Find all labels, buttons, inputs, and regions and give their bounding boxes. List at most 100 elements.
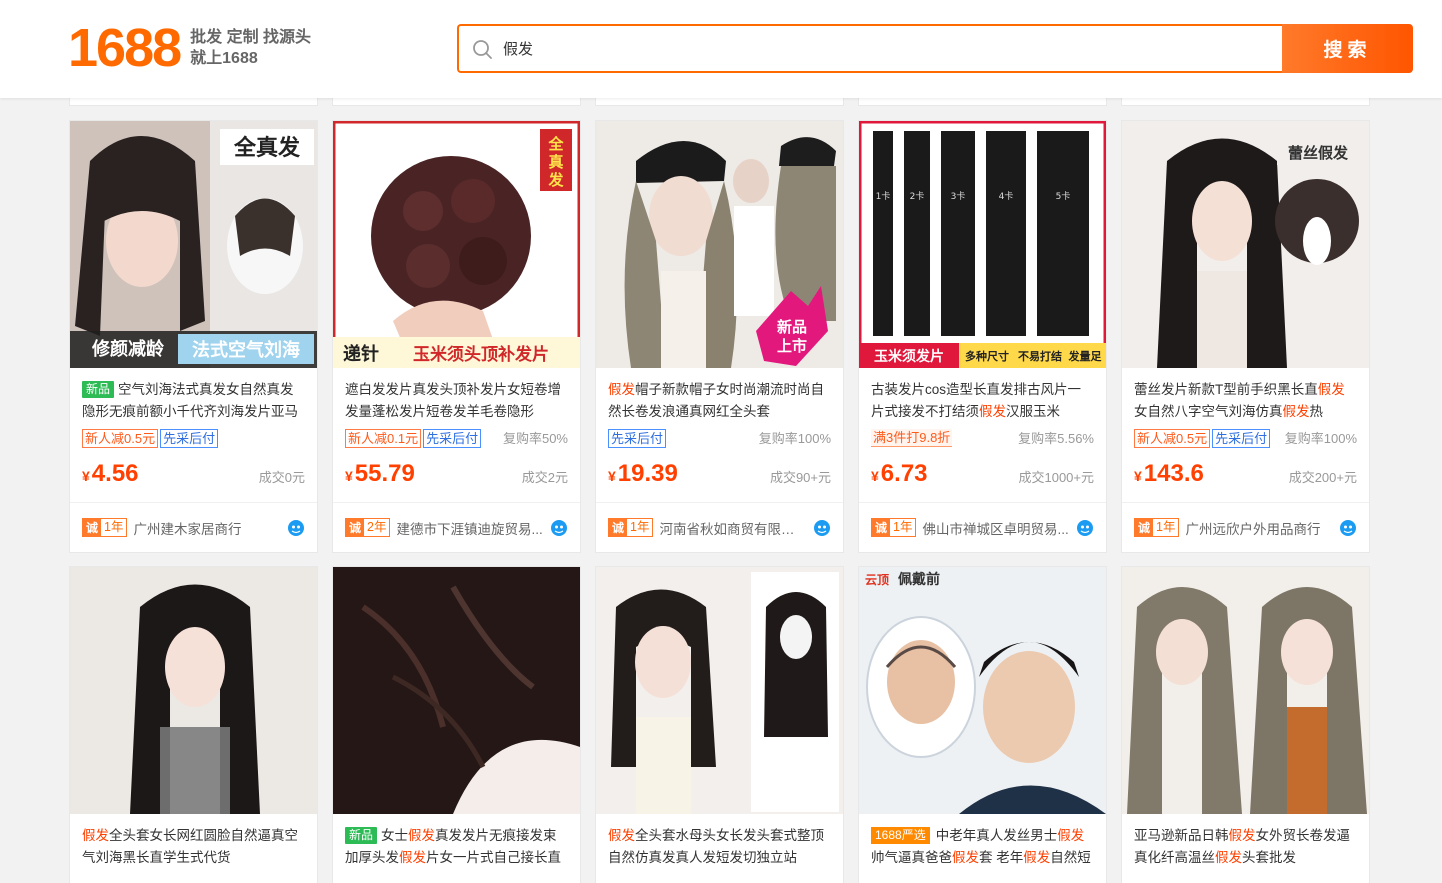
image-caption: 递针	[343, 343, 379, 365]
product-title[interactable]: 遮白发发片真发头顶补发片女短卷增发量蓬松发片短卷发羊毛卷隐形	[345, 379, 568, 423]
product-card[interactable]: 假发全头套女长网红圆脸自然逼真空气刘海黑长直学生式代货	[69, 566, 318, 883]
title-text: 遮白发发片真发头顶补发片女短卷增发量蓬松发片短卷发羊毛卷隐形	[345, 382, 561, 419]
shop-name[interactable]: 建德市下涯镇迪旋贸易...	[396, 518, 544, 538]
title-keyword: 假发	[399, 850, 426, 865]
shop-row[interactable]: 诚 1年 广州建木家居商行	[70, 502, 317, 552]
image-caption: 云顶	[865, 573, 889, 587]
new-tag: 新品	[345, 827, 378, 844]
product-card[interactable]: 全 真 发 递针 玉米须头顶补发片 遮白发发片真发头顶补发片女短卷增发量蓬松发片…	[332, 120, 581, 553]
product-title[interactable]: 假发全头套女长网红圆脸自然逼真空气刘海黑长直学生式代货	[82, 825, 305, 869]
promo-row: 新人减0.5元 先采后付 复购率100%	[1134, 429, 1357, 449]
title-keyword: 假发	[608, 828, 635, 843]
price: ¥4.56	[82, 460, 139, 487]
product-image[interactable]	[596, 567, 843, 814]
image-caption: 3卡	[951, 190, 966, 202]
chengxin-badge: 诚 1年	[1134, 518, 1180, 537]
title-keyword: 假发	[1057, 828, 1085, 843]
chengxin-badge: 诚 2年	[345, 518, 391, 537]
product-image[interactable]	[1122, 567, 1369, 814]
product-title[interactable]: 古装发片cos造型长直发排古风片一片式接发不打结须假发汉服玉米	[871, 379, 1094, 423]
price-row: ¥55.79 成交2元	[345, 459, 568, 489]
chengxin-badge: 诚 1年	[608, 518, 654, 537]
price: ¥143.6	[1134, 460, 1204, 487]
product-image[interactable]: 蕾丝假发	[1122, 121, 1369, 368]
promo-badge: 先采后付	[160, 429, 219, 448]
product-card[interactable]: 1卡 2卡 3卡 4卡 5卡 玉米须发片 多种尺寸 不易打结 发量足 古装发片c…	[858, 120, 1107, 553]
shop-row[interactable]: 诚 1年 广州远欣户外用品商行	[1122, 502, 1369, 552]
image-caption: 4卡	[999, 190, 1014, 202]
repurchase-rate: 复购率5.56%	[1018, 431, 1094, 446]
chengxin-badge: 诚 1年	[871, 518, 917, 537]
title-text: 中老年真人发丝男士	[935, 828, 1058, 843]
card-stub	[858, 98, 1107, 106]
title-text: 蕾丝发片新款T型前手织黑长直	[1134, 382, 1318, 397]
logo-slogan: 批发 定制 找源头 就上1688	[190, 27, 311, 69]
title-keyword: 假发	[1215, 850, 1242, 865]
product-image[interactable]: 全 真 发 递针 玉米须头顶补发片	[333, 121, 580, 368]
product-title[interactable]: 亚马逊新品日韩假发女外贸长卷发逼真化纤高温丝假发头套批发	[1134, 825, 1357, 869]
price: ¥6.73	[871, 460, 928, 487]
image-caption: 佩戴前	[898, 571, 940, 588]
product-card[interactable]: 新品 女士假发真发发片无痕接发束加厚头发假发片女一片式自己接长直	[332, 566, 581, 883]
product-card[interactable]: 全真发 修颜减龄 法式空气刘海 新品 空气刘海法式真发女自然真发隐形无痕前额小千代…	[69, 120, 318, 553]
title-text: 空气刘海法式真发女自然真发隐形无痕前额小千代齐刘海发片亚马	[82, 382, 298, 419]
image-caption: 蕾丝假发	[1288, 144, 1349, 162]
svg-text:真: 真	[548, 153, 563, 171]
shop-name[interactable]: 广州建木家居商行	[133, 518, 281, 538]
title-text: 汉服玉米	[1006, 404, 1060, 419]
image-caption: 玉米须发片	[874, 348, 944, 365]
title-text: 片女一片式自己接长直	[426, 850, 561, 865]
svg-text:全: 全	[547, 135, 564, 153]
search-button[interactable]: 搜索	[1282, 24, 1413, 73]
title-text: 全头套女长网红圆脸自然逼真空气刘海黑长直学生式代货	[82, 828, 298, 865]
title-keyword: 假发	[1282, 404, 1310, 419]
product-image[interactable]: 云顶 佩戴前	[859, 567, 1106, 814]
wangwang-chat-icon[interactable]	[1076, 519, 1094, 537]
image-caption: 1卡	[876, 190, 891, 202]
product-title[interactable]: 假发帽子新款帽子女时尚潮流时尚自然长卷发浪通真网红全头套	[608, 379, 831, 423]
promo-badge: 新人减0.5元	[82, 429, 159, 448]
title-keyword: 假发	[979, 404, 1006, 419]
shop-row[interactable]: 诚 1年 佛山市禅城区卓明贸易...	[859, 502, 1106, 552]
shop-name[interactable]: 广州远欣户外用品商行	[1185, 518, 1333, 538]
repurchase-rate: 复购率50%	[502, 431, 568, 446]
title-keyword: 假发	[1317, 382, 1345, 397]
shop-name[interactable]: 河南省秋如商贸有限公司	[659, 518, 807, 538]
wangwang-chat-icon[interactable]	[813, 519, 831, 537]
title-text: 套 老年	[979, 850, 1024, 865]
product-title[interactable]: 新品 女士假发真发发片无痕接发束加厚头发假发片女一片式自己接长直	[345, 825, 568, 869]
product-title[interactable]: 1688严选 中老年真人发丝男士假发帅气逼真爸爸假发套 老年假发自然短	[871, 825, 1094, 869]
promo-row: 新人减0.1元 先采后付 复购率50%	[345, 429, 568, 449]
title-keyword: 假发	[952, 850, 979, 865]
price-row: ¥19.39 成交90+元	[608, 459, 831, 489]
image-caption: 多种尺寸	[965, 349, 1009, 363]
product-image[interactable]	[70, 567, 317, 814]
title-text: 帅气逼真爸爸	[871, 850, 952, 865]
product-image[interactable]	[333, 567, 580, 814]
product-card[interactable]: 亚马逊新品日韩假发女外贸长卷发逼真化纤高温丝假发头套批发	[1121, 566, 1370, 883]
sales-volume: 成交90+元	[769, 470, 831, 485]
promo-badge: 先采后付	[1212, 429, 1271, 448]
product-image[interactable]: 全真发 修颜减龄 法式空气刘海	[70, 121, 317, 368]
slogan-line-2: 就上1688	[190, 50, 258, 67]
site-logo[interactable]: 1688 批发 定制 找源头 就上1688	[68, 20, 311, 76]
wangwang-chat-icon[interactable]	[1339, 519, 1357, 537]
product-card[interactable]: 蕾丝假发 蕾丝发片新款T型前手织黑长直假发女自然八字空气刘海仿真假发热 新人减0…	[1121, 120, 1370, 553]
wangwang-chat-icon[interactable]	[550, 519, 568, 537]
product-title[interactable]: 新品 空气刘海法式真发女自然真发隐形无痕前额小千代齐刘海发片亚马	[82, 379, 305, 423]
shop-row[interactable]: 诚 2年 建德市下涯镇迪旋贸易...	[333, 502, 580, 552]
product-title[interactable]: 蕾丝发片新款T型前手织黑长直假发女自然八字空气刘海仿真假发热	[1134, 379, 1357, 423]
promo-badge: 先采后付	[423, 429, 482, 448]
product-image[interactable]: 1卡 2卡 3卡 4卡 5卡 玉米须发片 多种尺寸 不易打结 发量足	[859, 121, 1106, 368]
product-image[interactable]: 新品 上市	[596, 121, 843, 368]
product-card[interactable]: 云顶 佩戴前 1688严选 中老年真人发丝男士假发帅气逼真爸爸假发套 老年假发自然…	[858, 566, 1107, 883]
product-card[interactable]: 假发全头套水母头女长发头套式整顶自然仿真发真人发短发切独立站	[595, 566, 844, 883]
shop-row[interactable]: 诚 1年 河南省秋如商贸有限公司	[596, 502, 843, 552]
title-text: 全头套水母头女长发头套式整顶自然仿真发真人发短发切独立站	[608, 828, 824, 865]
product-card[interactable]: 新品 上市 假发帽子新款帽子女时尚潮流时尚自然长卷发浪通真网红全头套 先采后付 …	[595, 120, 844, 553]
search-input[interactable]	[503, 26, 1263, 71]
product-title[interactable]: 假发全头套水母头女长发头套式整顶自然仿真发真人发短发切独立站	[608, 825, 831, 869]
shop-name[interactable]: 佛山市禅城区卓明贸易...	[922, 518, 1070, 538]
wangwang-chat-icon[interactable]	[287, 519, 305, 537]
title-keyword: 假发	[1023, 850, 1051, 865]
